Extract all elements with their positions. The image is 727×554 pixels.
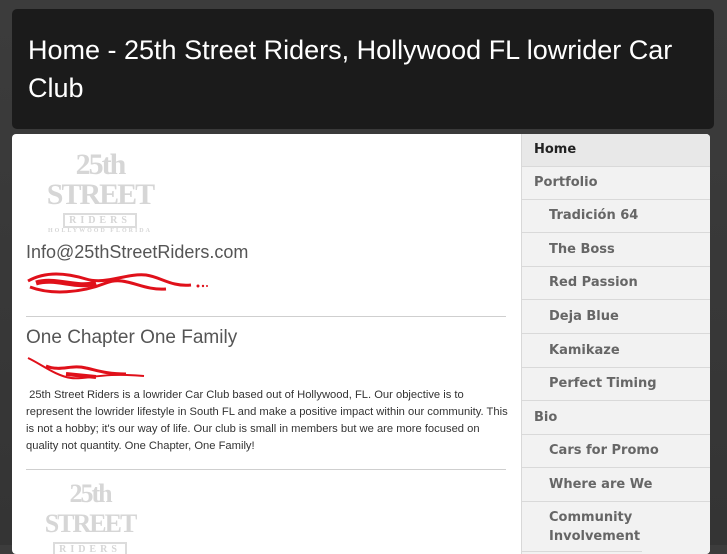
logo-line2: RIDERS xyxy=(63,213,137,228)
section-divider-2 xyxy=(26,469,506,470)
contact-email[interactable]: Info@25thStreetRiders.com xyxy=(26,242,248,263)
club-logo: 25th STREET RIDERS HOLLYWOOD FLORIDA xyxy=(30,148,170,235)
logo-line3: HOLLYWOOD FLORIDA xyxy=(48,228,152,234)
nav-item-the-boss[interactable]: The Boss xyxy=(522,234,710,267)
section-heading: One Chapter One Family xyxy=(26,327,238,348)
logo-line1: 25th STREET xyxy=(46,148,155,211)
nav-item-bio[interactable]: Bio xyxy=(522,402,710,435)
nav-item-deja-blue[interactable]: Deja Blue xyxy=(522,301,710,334)
logo-line1: 25th STREET xyxy=(44,479,138,538)
nav-item-perfect-timing[interactable]: Perfect Timing xyxy=(522,368,710,401)
red-swoosh-ornament xyxy=(27,272,208,294)
sidebar-nav: Home Portfolio Tradición 64 The Boss Red… xyxy=(521,134,710,554)
main-content: 25th STREET RIDERS HOLLYWOOD FLORIDA Inf… xyxy=(12,134,520,554)
page-title: Home - 25th Street Riders, Hollywood FL … xyxy=(28,35,673,103)
logo-line2: RIDERS xyxy=(53,542,127,554)
club-logo-secondary: 25th STREET RIDERS xyxy=(30,479,150,554)
page-content: 25th STREET RIDERS HOLLYWOOD FLORIDA Inf… xyxy=(12,134,710,554)
nav-item-home[interactable]: Home xyxy=(522,134,710,167)
nav-item-portfolio[interactable]: Portfolio xyxy=(522,167,710,200)
section-divider xyxy=(26,316,506,317)
nav-item-cars-for-promo[interactable]: Cars for Promo xyxy=(522,435,710,468)
nav-item-where-are-we[interactable]: Where are We xyxy=(522,469,710,502)
club-description: 25th Street Riders is a lowrider Car Clu… xyxy=(26,389,508,452)
nav-item-tradicion-64[interactable]: Tradición 64 xyxy=(522,200,710,233)
nav-item-kamikaze[interactable]: Kamikaze xyxy=(522,335,710,368)
nav-item-red-passion[interactable]: Red Passion xyxy=(522,267,710,300)
site-header: Home - 25th Street Riders, Hollywood FL … xyxy=(12,9,714,129)
red-underline-ornament xyxy=(27,357,145,380)
